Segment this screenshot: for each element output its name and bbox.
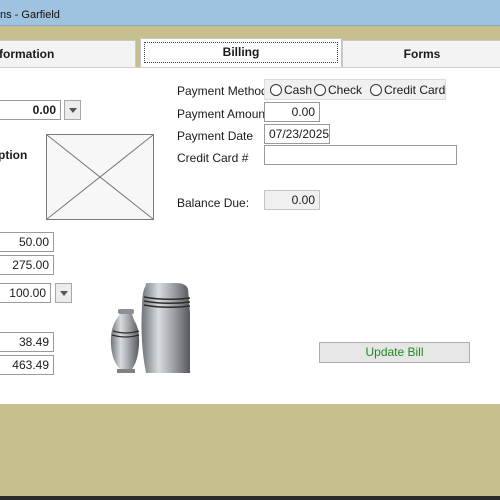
payment-date-field[interactable]: 07/23/2025 [264,124,330,144]
urn-image [110,283,190,373]
tab-billing[interactable]: Billing [140,38,342,67]
image-placeholder-icon [46,134,154,220]
image-placeholder [46,134,154,220]
credit-card-field[interactable] [264,145,457,165]
update-bill-button[interactable]: Update Bill [319,342,470,363]
window-title: ns - Garfield [0,9,60,21]
tab-information[interactable]: formation [0,40,136,67]
tab-forms[interactable]: Forms [342,40,500,67]
radio-credit-card-label: Credit Card [384,83,446,97]
tab-forms-label: Forms [403,47,441,61]
amount-field-3[interactable]: 100.00 [0,283,51,303]
payment-date-label: Payment Date [177,129,254,143]
bottom-area [0,404,500,500]
top-amount-dropdown[interactable] [64,100,81,120]
tab-focus-outline [144,42,338,63]
radio-cash[interactable]: Cash [270,82,312,98]
amount-3-dropdown[interactable] [55,283,72,303]
radio-credit-card-circle [370,84,382,96]
payment-method-group: Cash Check Credit Card [264,79,446,100]
balance-due-label: Balance Due: [177,196,250,210]
radio-cash-label: Cash [284,83,313,97]
radio-check-label: Check [328,83,363,97]
payment-amount-field[interactable]: 0.00 [264,102,320,122]
balance-due-field: 0.00 [264,190,320,210]
radio-credit-card[interactable]: Credit Card [370,82,445,98]
taskbar [0,496,500,500]
tab-strip: formation Billing Forms [0,38,500,67]
amount-field-5[interactable]: 463.49 [0,355,54,375]
radio-cash-circle [270,84,282,96]
payment-amount-label: Payment Amount [177,107,269,121]
radio-check[interactable]: Check [314,82,362,98]
radio-check-circle [314,84,326,96]
amount-field-4[interactable]: 38.49 [0,332,54,352]
credit-card-label: Credit Card # [177,151,249,165]
tab-information-label: formation [0,47,55,61]
payment-method-label: Payment Method [177,84,268,98]
amount-field-2[interactable]: 275.00 [0,255,54,275]
title-bar: ns - Garfield [0,0,500,26]
amount-field-1[interactable]: 50.00 [0,232,54,252]
description-label: ption [0,148,28,162]
top-amount-field[interactable]: 0.00 [0,100,61,120]
